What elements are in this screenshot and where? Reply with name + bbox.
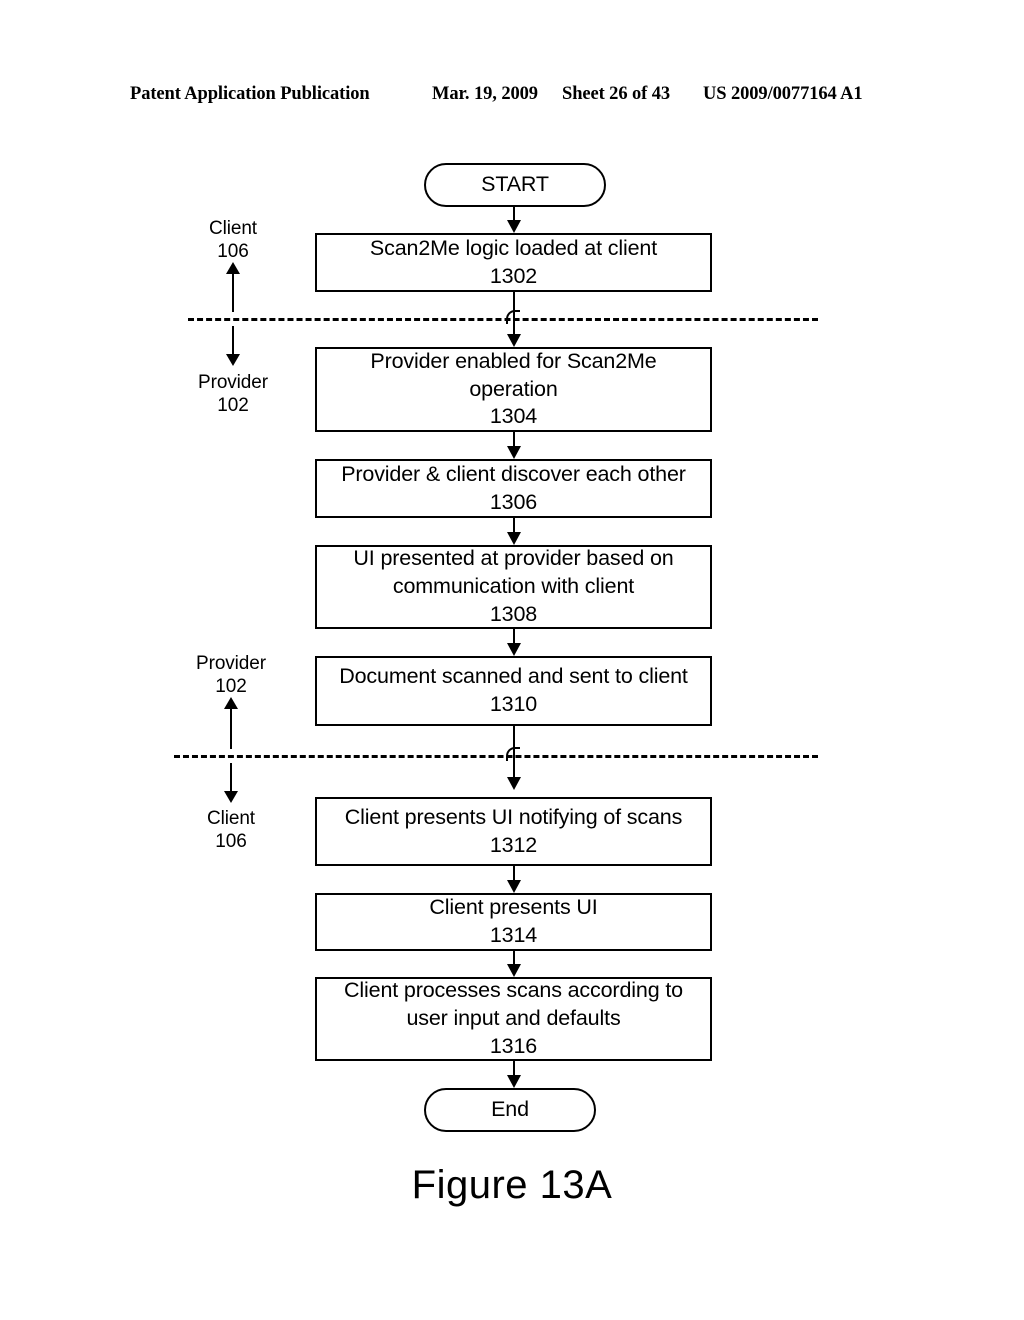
flow-node-1304-text-line2: operation bbox=[469, 376, 558, 401]
header-publication: Patent Application Publication bbox=[130, 84, 370, 104]
swimlane-divider-2-jump bbox=[506, 747, 520, 761]
lane-stem-down-2 bbox=[229, 763, 233, 793]
swimlane-divider-1-jump bbox=[506, 310, 520, 324]
flow-node-1306: Provider & client discover each other 13… bbox=[315, 459, 712, 518]
lane-stem-down-1 bbox=[231, 326, 235, 356]
flow-node-end: End bbox=[424, 1088, 596, 1132]
flow-node-1310-text: Document scanned and sent to client bbox=[339, 664, 688, 689]
flow-node-1302-ref: 1302 bbox=[489, 263, 538, 288]
flow-node-1308: UI presented at provider based on commun… bbox=[315, 545, 712, 629]
header-date: Mar. 19, 2009 bbox=[432, 84, 538, 104]
lane-label-provider-102-top-name: Provider bbox=[196, 653, 266, 674]
page-header: Patent Application Publication Mar. 19, … bbox=[0, 84, 1024, 110]
flow-node-start-label: START bbox=[481, 172, 549, 197]
swimlane-divider-2 bbox=[174, 755, 818, 758]
flow-node-1306-text: Provider & client discover each other bbox=[341, 461, 686, 486]
lane-arrow-down-2 bbox=[224, 791, 238, 803]
arrowhead-1312-to-1314 bbox=[506, 880, 521, 893]
header-sheet-number: Sheet 26 of 43 bbox=[562, 84, 671, 104]
flow-node-1304: Provider enabled for Scan2Me operation 1… bbox=[315, 347, 712, 432]
flow-node-1310: Document scanned and sent to client 1310 bbox=[315, 656, 712, 726]
patent-figure-page: Patent Application Publication Mar. 19, … bbox=[0, 0, 1024, 1320]
flow-node-1314: Client presents UI 1314 bbox=[315, 893, 712, 951]
flow-node-1316-text-line1: Client processes scans according to bbox=[344, 978, 683, 1003]
flow-node-1302: Scan2Me logic loaded at client 1302 bbox=[315, 233, 712, 292]
arrowhead-1302-to-1304 bbox=[506, 334, 521, 347]
flow-node-1308-text-line1: UI presented at provider based on bbox=[353, 546, 674, 571]
lane-label-provider-102-top: Provider 102 bbox=[176, 653, 286, 699]
lane-label-client-106-top-ref: 106 bbox=[217, 240, 249, 262]
flow-node-1312-ref: 1312 bbox=[489, 832, 538, 857]
arrowhead-1310-to-1312 bbox=[506, 777, 521, 790]
arrowhead-start-to-1302 bbox=[506, 220, 521, 233]
lane-stem-up-2 bbox=[229, 707, 233, 749]
flow-node-1316-text-line2: user input and defaults bbox=[406, 1006, 621, 1031]
flow-node-1310-ref: 1310 bbox=[489, 692, 538, 716]
arrowhead-1316-to-end bbox=[506, 1075, 521, 1088]
lane-stem-up-1 bbox=[231, 272, 235, 312]
lane-label-provider-102-bottom: Provider 102 bbox=[178, 372, 288, 418]
swimlane-divider-1 bbox=[188, 318, 818, 321]
lane-label-client-106-top: Client 106 bbox=[178, 218, 288, 264]
flow-node-1308-text-line2: communication with client bbox=[392, 574, 635, 599]
flow-node-1304-text-line1: Provider enabled for Scan2Me bbox=[370, 348, 657, 373]
arrowhead-1308-to-1310 bbox=[506, 643, 521, 656]
flow-node-end-label: End bbox=[491, 1097, 529, 1122]
flow-node-1306-ref: 1306 bbox=[489, 489, 538, 514]
lane-label-client-106-top-name: Client bbox=[209, 218, 257, 239]
flow-node-1312-text: Client presents UI notifying of scans bbox=[344, 804, 683, 829]
flow-node-1302-text: Scan2Me logic loaded at client bbox=[369, 235, 658, 260]
arrowhead-1304-to-1306 bbox=[506, 446, 521, 459]
lane-label-provider-102-top-ref: 102 bbox=[215, 675, 247, 697]
lane-arrow-down-1 bbox=[226, 354, 240, 366]
flow-node-1314-text: Client presents UI bbox=[429, 895, 598, 920]
flow-node-1304-ref: 1304 bbox=[489, 404, 538, 429]
flow-node-1312: Client presents UI notifying of scans 13… bbox=[315, 797, 712, 866]
lane-label-client-106-bottom: Client 106 bbox=[176, 808, 286, 854]
arrowhead-1306-to-1308 bbox=[506, 532, 521, 545]
lane-label-client-106-bottom-name: Client bbox=[207, 808, 255, 829]
flow-node-start: START bbox=[424, 163, 606, 207]
flow-node-1314-ref: 1314 bbox=[489, 923, 538, 947]
flow-node-1316: Client processes scans according to user… bbox=[315, 977, 712, 1061]
lane-label-client-106-bottom-ref: 106 bbox=[215, 830, 247, 852]
flow-node-1308-ref: 1308 bbox=[489, 601, 538, 626]
arrowhead-1314-to-1316 bbox=[506, 964, 521, 977]
header-patent-number: US 2009/0077164 A1 bbox=[703, 84, 863, 104]
flow-node-1316-ref: 1316 bbox=[489, 1033, 538, 1058]
lane-label-provider-102-bottom-name: Provider bbox=[198, 372, 268, 393]
figure-caption: Figure 13A bbox=[411, 1163, 613, 1207]
lane-label-provider-102-bottom-ref: 102 bbox=[217, 394, 249, 416]
